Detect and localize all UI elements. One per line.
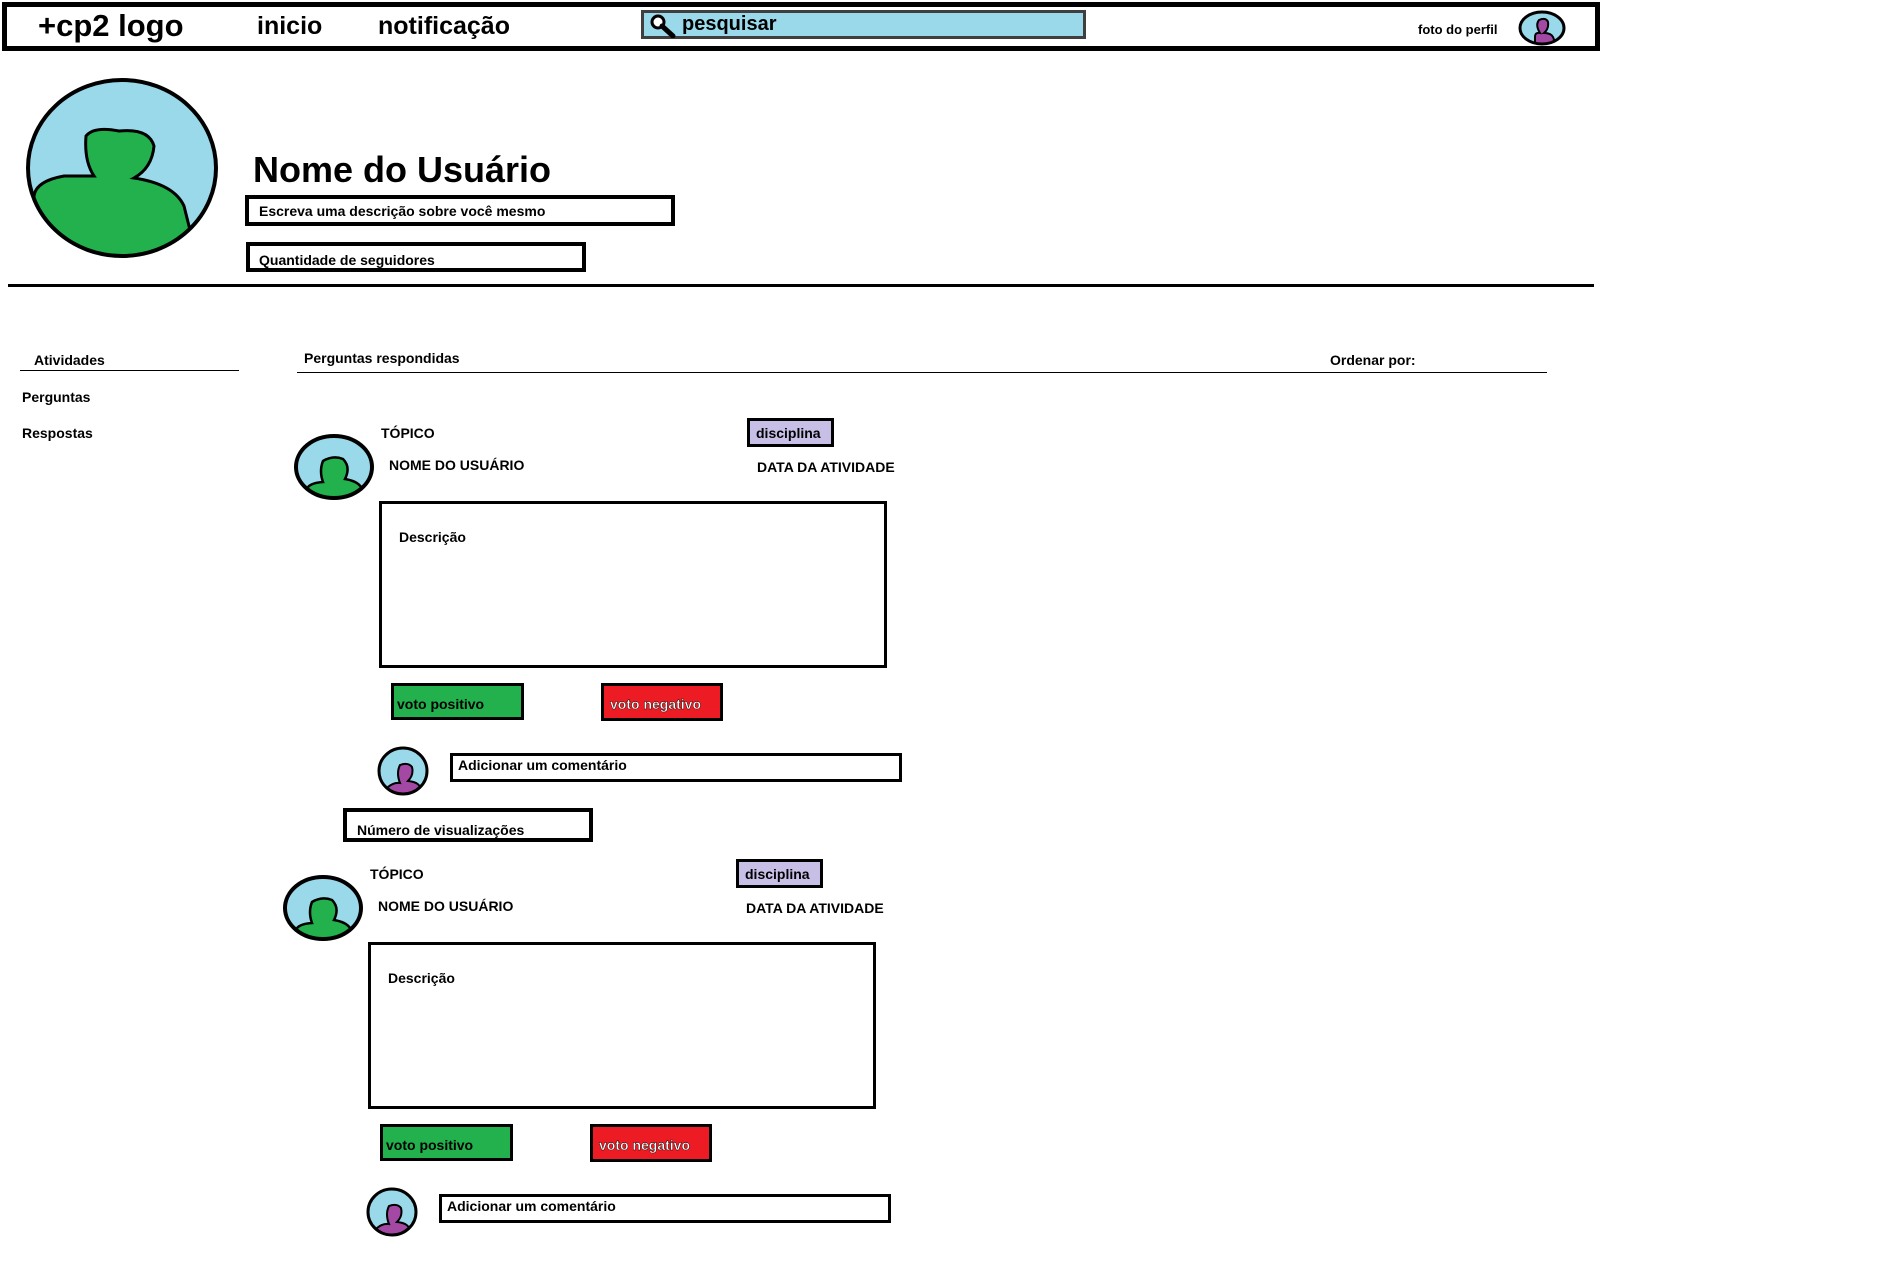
post-date: DATA DA ATIVIDADE: [746, 900, 884, 916]
post-user-name[interactable]: NOME DO USUÁRIO: [389, 457, 524, 473]
nav-notifications-link[interactable]: notificação: [378, 12, 510, 41]
post-date: DATA DA ATIVIDADE: [757, 459, 895, 475]
header-divider: [8, 284, 1594, 287]
post-topic[interactable]: TÓPICO: [381, 425, 435, 441]
upvote-button[interactable]: voto positivo: [380, 1124, 513, 1161]
post-description: Descrição: [388, 970, 455, 986]
sidebar-title: Atividades: [34, 352, 105, 368]
views-label: Número de visualizações: [357, 822, 525, 838]
profile-photo-label: foto do perfil: [1418, 22, 1498, 37]
followers-count: Quantidade de seguidores: [246, 242, 586, 272]
navbar-avatar[interactable]: [1517, 9, 1567, 47]
discipline-label: disciplina: [745, 866, 810, 882]
main-divider: [297, 372, 1547, 373]
search-icon: [650, 14, 676, 38]
search-input[interactable]: pesquisar: [641, 10, 1086, 39]
discipline-badge[interactable]: disciplina: [747, 418, 834, 447]
post-user-avatar[interactable]: [282, 874, 364, 942]
profile-description-placeholder: Escreva uma descrição sobre você mesmo: [259, 203, 546, 219]
logo[interactable]: +cp2 logo: [38, 8, 184, 44]
discipline-label: disciplina: [756, 425, 821, 441]
profile-avatar[interactable]: [24, 76, 220, 262]
post-user-avatar[interactable]: [293, 433, 375, 501]
nav-home-link[interactable]: inicio: [257, 12, 322, 41]
downvote-label: voto negativo: [610, 696, 702, 712]
upvote-label: voto positivo: [397, 696, 485, 712]
sidebar-item-perguntas[interactable]: Perguntas: [22, 389, 90, 405]
sidebar-divider: [20, 370, 239, 371]
followers-label: Quantidade de seguidores: [259, 252, 435, 268]
post-user-name[interactable]: NOME DO USUÁRIO: [378, 898, 513, 914]
downvote-label: voto negativo: [599, 1137, 691, 1153]
upvote-label: voto positivo: [386, 1137, 474, 1153]
comment-placeholder: Adicionar um comentário: [447, 1198, 616, 1214]
comment-placeholder: Adicionar um comentário: [458, 757, 627, 773]
comment-input[interactable]: Adicionar um comentário: [439, 1194, 891, 1223]
section-title: Perguntas respondidas: [304, 350, 460, 366]
comment-input[interactable]: Adicionar um comentário: [450, 753, 902, 782]
post-description: Descrição: [399, 529, 466, 545]
post-description-box: Descrição: [379, 501, 887, 668]
comment-avatar: [376, 745, 430, 797]
post-topic[interactable]: TÓPICO: [370, 866, 424, 882]
comment-avatar: [365, 1186, 419, 1238]
upvote-button[interactable]: voto positivo: [391, 683, 524, 720]
downvote-button[interactable]: voto negativo: [601, 683, 723, 721]
profile-name: Nome do Usuário: [253, 149, 552, 190]
views-count: Número de visualizações: [343, 808, 593, 842]
discipline-badge[interactable]: disciplina: [736, 859, 823, 888]
post-description-box: Descrição: [368, 942, 876, 1109]
search-placeholder: pesquisar: [682, 13, 777, 35]
downvote-button[interactable]: voto negativo: [590, 1124, 712, 1162]
profile-description-field[interactable]: Escreva uma descrição sobre você mesmo: [245, 195, 675, 226]
sort-by-label[interactable]: Ordenar por:: [1330, 352, 1416, 368]
sidebar-item-respostas[interactable]: Respostas: [22, 425, 93, 441]
